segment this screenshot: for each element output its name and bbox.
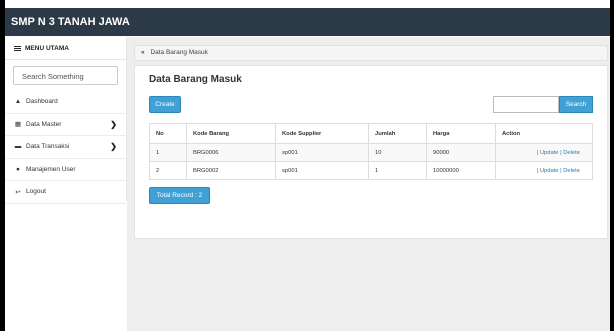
double-chevron-left-icon: « <box>141 49 145 56</box>
table-row: 2 BRG0002 sp001 1 10000000 | Update | De… <box>149 161 593 180</box>
sidebar-item-label: Data Transaksi <box>26 143 70 151</box>
breadcrumb: « Data Barang Masuk <box>134 45 608 61</box>
total-record-button[interactable]: Total Record : 2 <box>149 187 210 204</box>
cell-harga: 10000000 <box>426 161 496 180</box>
app-header: SMP N 3 TANAH JAWA <box>5 8 610 36</box>
cell-kode-barang: BRG0006 <box>186 143 276 162</box>
cell-no: 1 <box>149 143 187 162</box>
cell-kode-supplier: sp001 <box>275 143 369 162</box>
sidebar-item-label: Manajemen User <box>26 165 76 173</box>
cell-action-links[interactable]: | Update | Delete <box>495 161 593 180</box>
main-panel: Data Barang Masuk Create Search No Kode … <box>134 65 608 239</box>
cell-harga: 90000 <box>426 143 496 162</box>
sidebar-item-dashboard[interactable]: ▲ Dashboard <box>5 91 126 114</box>
search-button[interactable]: Search <box>559 96 593 113</box>
sidebar-item-label: Data Master <box>26 120 62 128</box>
cell-no: 2 <box>149 161 187 180</box>
chevron-right-icon: ❯ <box>110 119 117 129</box>
sidebar-item-logout[interactable]: ↩ Logout <box>5 181 126 204</box>
column-header-action: Action <box>495 123 593 144</box>
logout-icon: ↩ <box>15 188 21 196</box>
sidebar-item-data-transaksi[interactable]: ▬ Data Transaksi ❯ <box>5 136 126 159</box>
home-icon: ▲ <box>14 98 22 106</box>
column-header-harga: Harga <box>426 123 496 144</box>
sidebar-item-data-master[interactable]: ▦ Data Master ❯ <box>5 114 126 136</box>
sidebar-menu-title: MENU UTAMA <box>25 44 69 52</box>
create-button[interactable]: Create <box>149 96 181 113</box>
sidebar-menu-header[interactable]: MENU UTAMA <box>5 37 126 60</box>
cell-kode-supplier: sp001 <box>275 161 369 180</box>
table-header-row: No Kode Barang Kode Supplier Jumlah Harg… <box>149 123 593 144</box>
chevron-right-icon: ❯ <box>110 142 117 152</box>
sidebar-item-label: Dashboard <box>26 98 58 106</box>
cell-jumlah: 1 <box>368 161 427 180</box>
sidebar: MENU UTAMA Search Something ▲ Dashboard … <box>5 37 127 204</box>
table-row: 1 BRG0006 sp001 10 90000 | Update | Dele… <box>149 143 593 162</box>
window-edge-right <box>610 0 614 331</box>
folder-icon: ▬ <box>14 143 22 151</box>
page-title: Data Barang Masuk <box>149 74 242 85</box>
column-header-kode-supplier: Kode Supplier <box>275 123 369 144</box>
data-table: No Kode Barang Kode Supplier Jumlah Harg… <box>149 123 593 180</box>
column-header-jumlah: Jumlah <box>368 123 427 144</box>
table-icon: ▦ <box>14 121 22 129</box>
column-header-no: No <box>149 123 187 144</box>
breadcrumb-label[interactable]: Data Barang Masuk <box>150 49 207 56</box>
user-icon: ● <box>16 165 20 173</box>
cell-action-links[interactable]: | Update | Delete <box>495 143 593 162</box>
sidebar-search-input[interactable]: Search Something <box>13 66 118 85</box>
app-title: SMP N 3 TANAH JAWA <box>11 16 130 28</box>
sidebar-item-label: Logout <box>26 188 46 196</box>
cell-kode-barang: BRG0002 <box>186 161 276 180</box>
cell-jumlah: 10 <box>368 143 427 162</box>
column-header-kode-barang: Kode Barang <box>186 123 276 144</box>
search-input[interactable] <box>493 96 559 113</box>
sidebar-item-manajemen-user[interactable]: ● Manajemen User <box>5 159 126 181</box>
hamburger-icon <box>14 45 21 52</box>
